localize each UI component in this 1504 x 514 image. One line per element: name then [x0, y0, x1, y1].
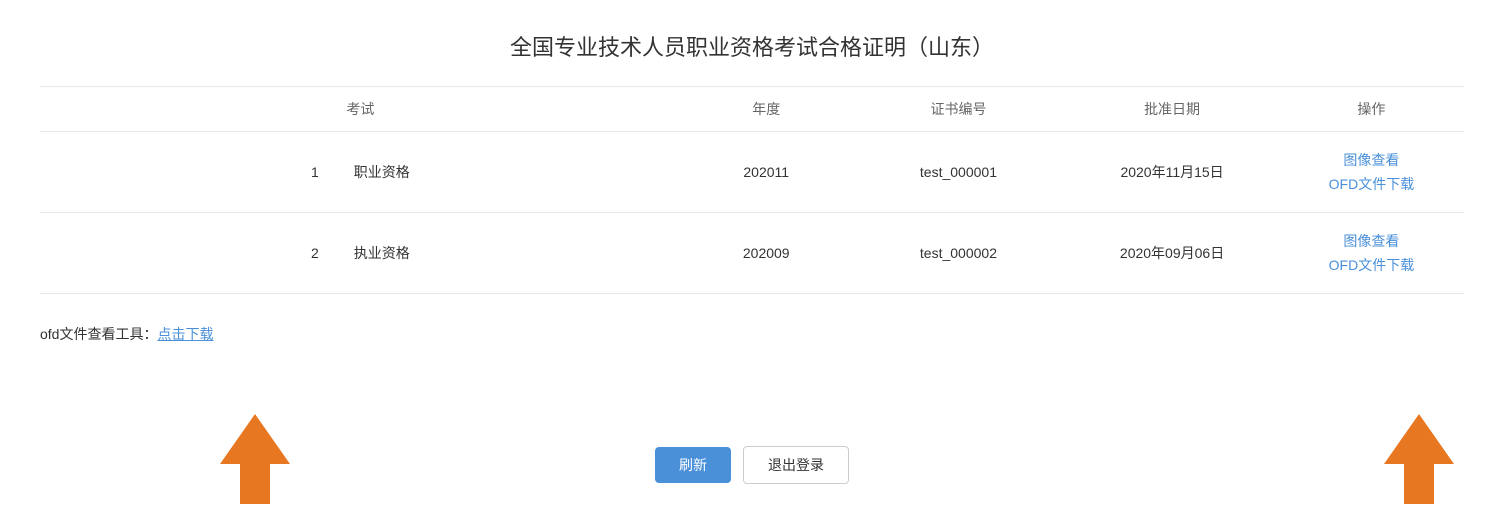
arrow-left-shaft — [240, 464, 270, 504]
arrow-right-container — [1384, 414, 1454, 504]
row1-approve-date: 2020年11月15日 — [1065, 132, 1279, 213]
row2-index: 2 — [311, 245, 319, 261]
ofd-tool-download-link[interactable]: 点击下载 — [157, 324, 213, 344]
row2-year: 202009 — [681, 213, 852, 294]
page-title: 全国专业技术人员职业资格考试合格证明（山东） — [40, 20, 1464, 62]
row1-actions: 图像查看 OFD文件下载 — [1279, 132, 1464, 213]
row1-index: 1 — [311, 164, 319, 180]
col-header-approve-date: 批准日期 — [1065, 87, 1279, 132]
row1-action-links: 图像查看 OFD文件下载 — [1295, 150, 1448, 194]
footer-buttons: 刷新 退出登录 — [655, 446, 849, 484]
row2-approve-date: 2020年09月06日 — [1065, 213, 1279, 294]
arrow-right-shaft — [1404, 464, 1434, 504]
refresh-button[interactable]: 刷新 — [655, 447, 731, 483]
row1-image-view-link[interactable]: 图像查看 — [1343, 150, 1399, 170]
row2-image-view-link[interactable]: 图像查看 — [1343, 231, 1399, 251]
footer-section: ofd文件查看工具： 点击下载 — [40, 314, 1464, 354]
ofd-tool-label: ofd文件查看工具： — [40, 324, 157, 344]
row1-cert-no: test_000001 — [852, 132, 1066, 213]
arrow-left-up-icon — [220, 414, 290, 464]
row2-actions: 图像查看 OFD文件下载 — [1279, 213, 1464, 294]
row1-ofd-download-link[interactable]: OFD文件下载 — [1329, 174, 1415, 194]
row1-index-and-type: 1 职业资格 — [40, 132, 681, 213]
arrow-right-up-icon — [1384, 414, 1454, 464]
row2-ofd-download-link[interactable]: OFD文件下载 — [1329, 255, 1415, 275]
col-header-action: 操作 — [1279, 87, 1464, 132]
table-row: 1 职业资格 202011 test_000001 2020年11月15日 图像… — [40, 132, 1464, 213]
row2-action-links: 图像查看 OFD文件下载 — [1295, 231, 1448, 275]
col-header-exam: 考试 — [40, 87, 681, 132]
page-container: 全国专业技术人员职业资格考试合格证明（山东） 考试 年度 证书编号 批准日期 操… — [0, 0, 1504, 514]
row2-exam-type: 执业资格 — [354, 245, 410, 261]
table-row: 2 执业资格 202009 test_000002 2020年09月06日 图像… — [40, 213, 1464, 294]
logout-button[interactable]: 退出登录 — [743, 446, 849, 484]
arrow-left-container — [220, 414, 290, 504]
col-header-year: 年度 — [681, 87, 852, 132]
row1-year: 202011 — [681, 132, 852, 213]
row2-index-and-type: 2 执业资格 — [40, 213, 681, 294]
data-table: 考试 年度 证书编号 批准日期 操作 1 职业资格 202011 test_00… — [40, 86, 1464, 294]
table-header-row: 考试 年度 证书编号 批准日期 操作 — [40, 87, 1464, 132]
col-header-cert-no: 证书编号 — [852, 87, 1066, 132]
row1-exam-type: 职业资格 — [354, 164, 410, 180]
row2-cert-no: test_000002 — [852, 213, 1066, 294]
